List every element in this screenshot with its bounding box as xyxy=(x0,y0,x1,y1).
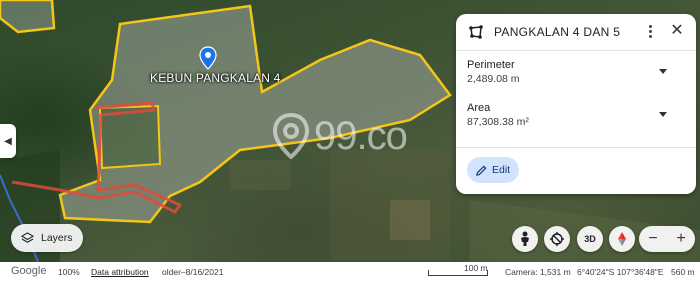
watermark: 99.co xyxy=(272,113,408,159)
elevation: 560 m xyxy=(671,267,695,277)
pencil-icon xyxy=(476,165,487,176)
zoom-in-button[interactable]: + xyxy=(667,226,695,252)
panel-divider xyxy=(456,50,696,51)
close-icon[interactable]: ✕ xyxy=(668,22,686,40)
pegman-icon xyxy=(521,231,529,246)
layers-icon xyxy=(21,231,34,243)
compass-button[interactable] xyxy=(609,226,635,252)
chevron-left-icon: ◀ xyxy=(4,135,12,147)
parcel-small[interactable] xyxy=(0,0,56,34)
polygon-icon xyxy=(469,25,483,39)
zoom-out-button[interactable]: − xyxy=(639,226,667,252)
more-options-icon[interactable] xyxy=(644,22,656,40)
area-label: Area xyxy=(467,102,491,114)
3d-label: 3D xyxy=(584,234,596,244)
edit-label: Edit xyxy=(492,164,511,176)
perimeter-label: Perimeter xyxy=(467,59,515,71)
google-logo: Google xyxy=(11,265,47,277)
watermark-text: 99.co xyxy=(314,113,408,158)
layers-button[interactable]: Layers xyxy=(11,224,83,252)
status-bar: Google 100% Data attribution older–8/16/… xyxy=(0,262,700,281)
perimeter-value: 2,489.08 m xyxy=(467,73,520,85)
zoom-controls: − + xyxy=(639,226,695,252)
edit-button[interactable]: Edit xyxy=(467,157,519,183)
panel-title: PANGKALAN 4 DAN 5 xyxy=(494,25,621,39)
data-attribution-link[interactable]: Data attribution xyxy=(91,267,149,277)
imagery-date: older–8/16/2021 xyxy=(162,267,224,277)
area-value: 87,308.38 m² xyxy=(467,116,529,128)
watermark-pin-icon xyxy=(272,113,310,159)
measure-panel: PANGKALAN 4 DAN 5 ✕ Perimeter 2,489.08 m… xyxy=(456,14,696,194)
location-target-icon xyxy=(550,232,564,246)
street-view-button[interactable] xyxy=(512,226,538,252)
camera-altitude: Camera: 1,531 m xyxy=(505,267,571,277)
compass-icon xyxy=(618,232,626,246)
my-location-button[interactable] xyxy=(544,226,570,252)
scale-bar xyxy=(428,270,488,276)
zoom-level: 100% xyxy=(58,267,80,277)
collapse-sidebar-button[interactable]: ◀ xyxy=(0,124,16,158)
panel-divider xyxy=(456,147,696,148)
area-unit-dropdown-icon[interactable] xyxy=(659,112,667,117)
layers-label: Layers xyxy=(41,232,73,244)
perimeter-unit-dropdown-icon[interactable] xyxy=(659,69,667,74)
coordinates: 6°40'24"S 107°36'48"E xyxy=(577,267,664,277)
polygon-label: KEBUN PANGKALAN 4 xyxy=(150,71,281,85)
toggle-3d-button[interactable]: 3D xyxy=(577,226,603,252)
location-pin-icon[interactable] xyxy=(199,46,217,70)
